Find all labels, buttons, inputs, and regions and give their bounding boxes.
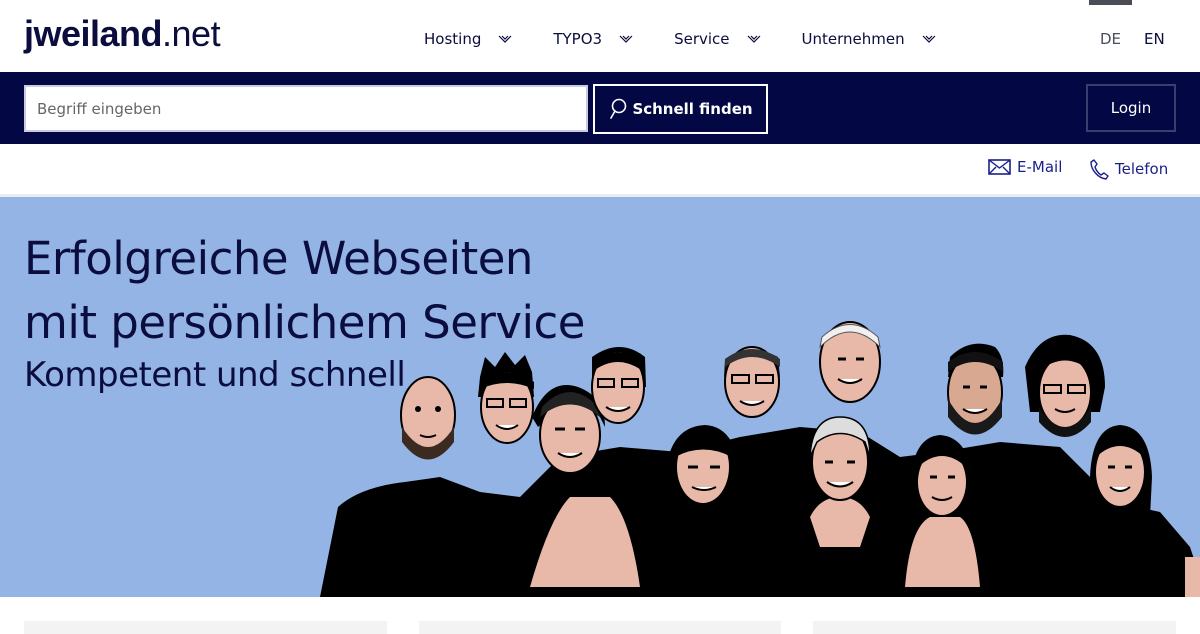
feature-card[interactable] bbox=[813, 621, 1176, 634]
contact-row: E-Mail Telefon bbox=[0, 144, 1200, 194]
nav-item-service[interactable]: Service bbox=[674, 30, 761, 48]
chevron-down-icon bbox=[619, 35, 633, 43]
search-input[interactable] bbox=[24, 85, 588, 132]
person-body bbox=[320, 427, 1200, 597]
nav-label: TYPO3 bbox=[553, 30, 603, 48]
person-5 bbox=[665, 425, 740, 547]
chevron-down-icon bbox=[498, 35, 512, 43]
team-bodies bbox=[320, 427, 1200, 597]
person-6 bbox=[724, 346, 780, 418]
email-label: E-Mail bbox=[1017, 158, 1063, 176]
person-4 bbox=[591, 347, 646, 424]
person-7 bbox=[819, 321, 881, 403]
nav-item-hosting[interactable]: Hosting bbox=[424, 30, 513, 48]
site-header: jweiland.net Hosting TYPO3 Service Unter… bbox=[0, 0, 1200, 72]
hero-banner: Erfolgreiche Webseiten mit persönlichem … bbox=[0, 197, 1200, 597]
language-en[interactable]: EN bbox=[1144, 30, 1165, 48]
nav-item-unternehmen[interactable]: Unternehmen bbox=[802, 30, 937, 48]
phone-label: Telefon bbox=[1115, 160, 1169, 178]
chevron-down-icon bbox=[747, 35, 760, 43]
feature-card[interactable] bbox=[24, 621, 387, 634]
search-bar: Schnell finden Login bbox=[0, 72, 1200, 144]
email-link[interactable]: E-Mail bbox=[988, 158, 1062, 176]
language-active-indicator bbox=[1089, 0, 1132, 5]
logo-bold: jweiland bbox=[24, 13, 163, 54]
logo-light: .net bbox=[162, 13, 221, 54]
nav-item-typo3[interactable]: TYPO3 bbox=[553, 30, 634, 48]
chevron-down-icon bbox=[922, 35, 936, 43]
person-11 bbox=[1025, 334, 1105, 437]
nav-label: Unternehmen bbox=[801, 30, 905, 48]
nav-label: Hosting bbox=[424, 30, 482, 48]
quick-search-label: Schnell finden bbox=[632, 100, 753, 118]
feature-card[interactable] bbox=[419, 621, 781, 634]
team-illustration bbox=[320, 321, 1200, 597]
quick-search-button[interactable]: Schnell finden bbox=[593, 84, 768, 134]
phone-icon bbox=[1090, 159, 1109, 180]
login-button[interactable]: Login bbox=[1086, 84, 1176, 132]
nav-label: Service bbox=[674, 30, 730, 48]
person-1 bbox=[400, 376, 456, 460]
envelope-icon bbox=[988, 159, 1011, 175]
person-2 bbox=[478, 352, 534, 444]
phone-link[interactable]: Telefon bbox=[1089, 158, 1168, 180]
person-12 bbox=[1085, 425, 1200, 597]
language-de[interactable]: DE bbox=[1100, 30, 1121, 48]
login-label: Login bbox=[1110, 99, 1152, 117]
person-10 bbox=[947, 343, 1004, 435]
main-nav: Hosting TYPO3 Service Unternehmen bbox=[424, 28, 937, 50]
feature-cards bbox=[0, 597, 1200, 634]
hero-headline-line1: Erfolgreiche Webseiten bbox=[24, 232, 533, 285]
logo[interactable]: jweiland.net bbox=[24, 13, 221, 54]
search-icon bbox=[610, 98, 627, 119]
